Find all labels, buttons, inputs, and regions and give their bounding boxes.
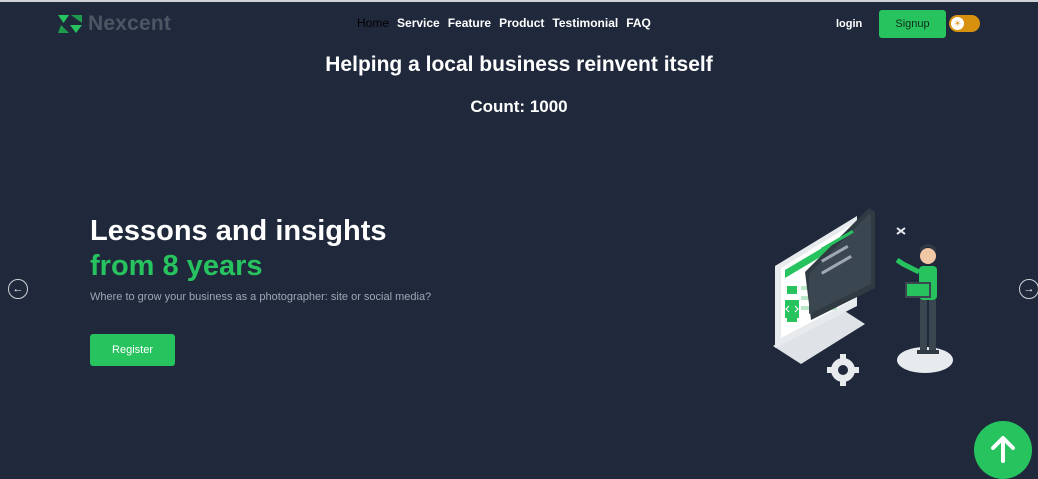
carousel-next-button[interactable]: →	[1019, 279, 1038, 299]
hero-title-line1: Lessons and insights	[90, 215, 387, 247]
sun-icon: ☀	[951, 17, 964, 30]
count-text: Count: 1000	[470, 97, 568, 116]
arrow-right-icon: →	[1023, 283, 1035, 295]
hero-title: Lessons and insights from 8 years	[90, 214, 387, 284]
nav-home[interactable]: Home	[357, 16, 389, 30]
arrow-up-icon	[991, 436, 1015, 463]
top-navbar: Nexcent Home Service Feature Product Tes…	[0, 0, 1038, 44]
nav-service[interactable]: Service	[397, 16, 440, 30]
theme-toggle[interactable]: ☀	[949, 15, 980, 32]
brand-name: Nexcent	[88, 12, 172, 35]
nav-testimonial[interactable]: Testimonial	[552, 16, 618, 30]
hero-title-line2: from 8 years	[90, 250, 263, 282]
developer-illustration	[773, 208, 953, 386]
nav-faq[interactable]: FAQ	[626, 16, 651, 30]
signup-button[interactable]: Signup	[879, 10, 946, 38]
main-nav: Home Service Feature Product Testimonial…	[357, 16, 651, 30]
register-button[interactable]: Register	[90, 334, 175, 366]
nav-product[interactable]: Product	[499, 16, 544, 30]
scroll-top-button[interactable]	[974, 421, 1032, 479]
hero-subtitle: Where to grow your business as a photogr…	[90, 291, 432, 303]
arrow-left-icon: ←	[12, 283, 24, 295]
login-link[interactable]: login	[836, 18, 862, 30]
nexcent-logo-icon	[58, 15, 82, 33]
carousel-prev-button[interactable]: ←	[8, 279, 28, 299]
page-headline: Helping a local business reinvent itself	[325, 53, 713, 76]
nav-feature[interactable]: Feature	[448, 16, 491, 30]
brand-logo[interactable]: Nexcent	[58, 12, 171, 36]
